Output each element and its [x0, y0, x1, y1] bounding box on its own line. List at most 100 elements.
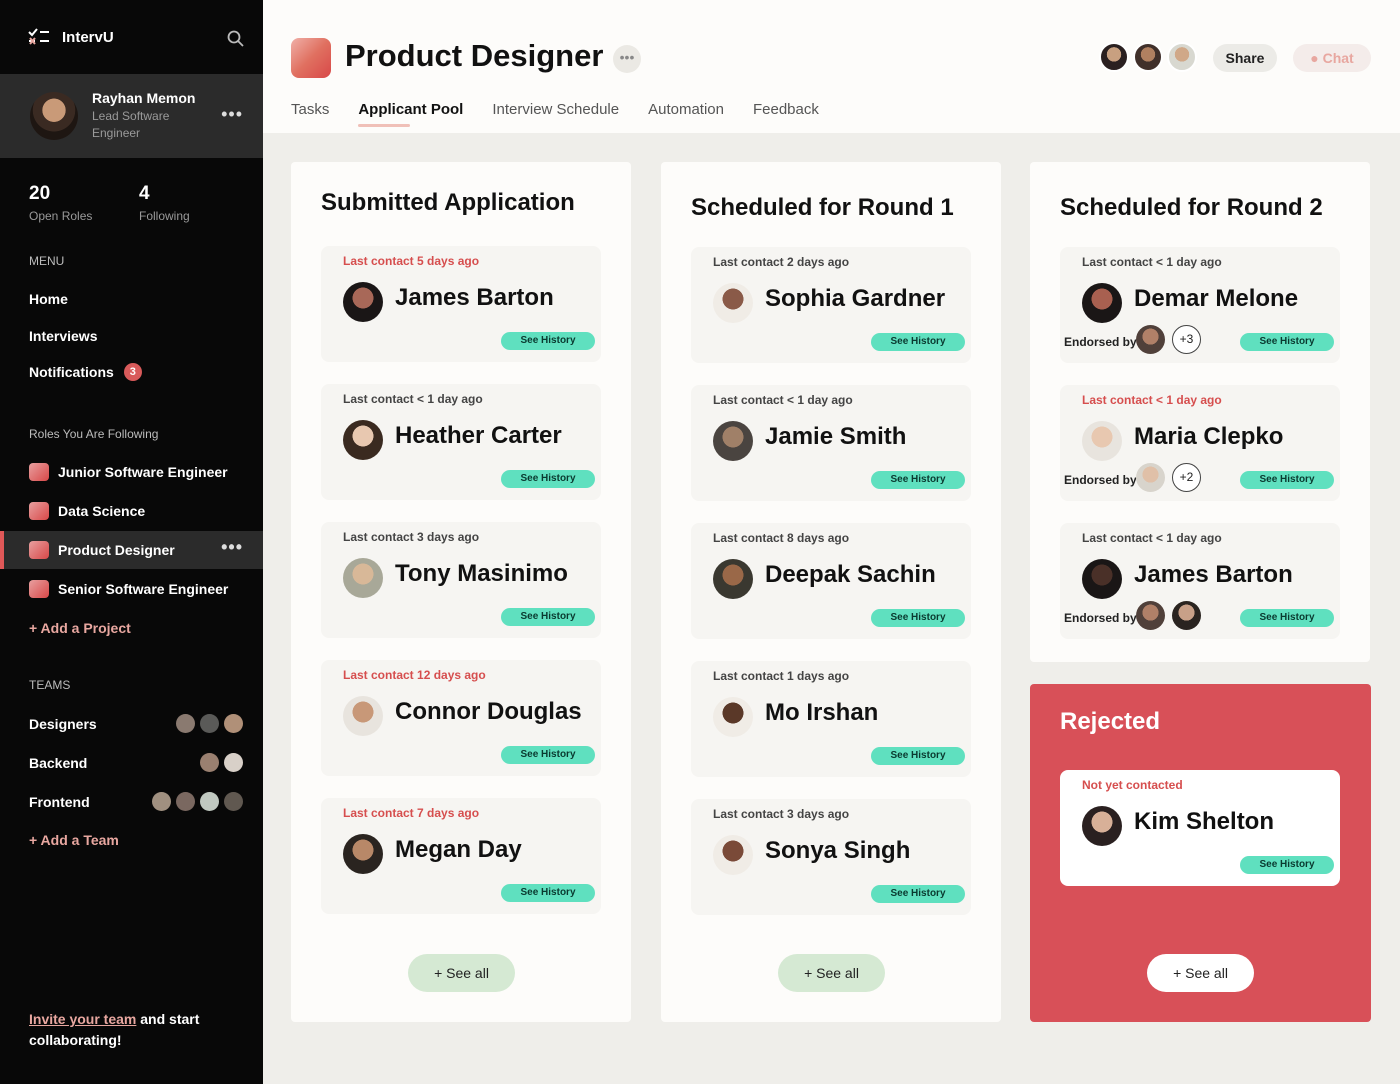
tab-applicant-pool[interactable]: Applicant Pool	[358, 101, 463, 127]
applicant-name: James Barton	[1134, 561, 1293, 588]
see-history-button[interactable]: See History	[501, 332, 595, 350]
logo-icon	[28, 28, 49, 45]
see-history-button[interactable]: See History	[501, 746, 595, 764]
role-label: Junior Software Engineer	[58, 464, 228, 480]
add-project-link[interactable]: + Add a Project	[29, 620, 131, 636]
see-history-button[interactable]: See History	[1240, 609, 1334, 627]
team-backend[interactable]: Backend	[29, 753, 243, 772]
see-history-button[interactable]: See History	[501, 470, 595, 488]
applicant-card[interactable]: Last contact 3 days ago Sonya Singh See …	[691, 799, 971, 915]
role-label: Data Science	[58, 503, 146, 519]
column-title: Scheduled for Round 1	[691, 194, 954, 221]
applicant-name: Megan Day	[395, 836, 522, 863]
see-history-button[interactable]: See History	[1240, 471, 1334, 489]
see-history-button[interactable]: See History	[871, 471, 965, 489]
last-contact: Last contact < 1 day ago	[1082, 531, 1222, 545]
see-history-button[interactable]: See History	[1240, 333, 1334, 351]
role-icon	[29, 541, 49, 559]
team-frontend[interactable]: Frontend	[29, 792, 243, 811]
avatar[interactable]	[1133, 42, 1163, 72]
notification-badge: 3	[123, 363, 142, 381]
avatar	[343, 282, 383, 322]
avatar[interactable]	[1099, 42, 1129, 72]
role-product-designer[interactable]: Product Designer •••	[0, 531, 263, 569]
see-history-button[interactable]: See History	[871, 609, 965, 627]
chat-button[interactable]: ● Chat	[1293, 44, 1371, 72]
nav-home[interactable]: Home	[29, 291, 68, 307]
title-more-button[interactable]: •••	[613, 45, 641, 73]
last-contact: Last contact < 1 day ago	[1082, 255, 1222, 269]
share-button[interactable]: Share	[1213, 44, 1277, 72]
applicant-card[interactable]: Last contact 3 days ago Tony Masinimo Se…	[321, 522, 601, 638]
applicant-card[interactable]: Last contact 8 days ago Deepak Sachin Se…	[691, 523, 971, 639]
applicant-card[interactable]: Last contact 5 days ago James Barton See…	[321, 246, 601, 362]
role-icon	[29, 502, 49, 520]
nav-notifications[interactable]: Notifications 3	[29, 363, 142, 381]
team-designers[interactable]: Designers	[29, 714, 243, 733]
role-label: Product Designer	[58, 542, 175, 558]
see-all-button[interactable]: + See all	[1147, 954, 1254, 992]
tab-automation[interactable]: Automation	[648, 101, 724, 126]
see-history-button[interactable]: See History	[1240, 856, 1334, 874]
teams-title: TEAMS	[29, 678, 71, 692]
sidebar: IntervU Rayhan Memon Lead Software Engin…	[0, 0, 263, 1084]
see-history-button[interactable]: See History	[871, 885, 965, 903]
avatar[interactable]	[1136, 601, 1165, 630]
avatar[interactable]	[1172, 601, 1201, 630]
see-history-button[interactable]: See History	[871, 333, 965, 351]
see-history-button[interactable]: See History	[871, 747, 965, 765]
applicant-card[interactable]: Last contact 1 days ago Mo Irshan See Hi…	[691, 661, 971, 777]
see-all-button[interactable]: + See all	[408, 954, 515, 992]
column-round-2: Scheduled for Round 2 Last contact < 1 d…	[1030, 162, 1370, 662]
applicant-card[interactable]: Last contact 12 days ago Connor Douglas …	[321, 660, 601, 776]
chat-icon: ●	[1310, 50, 1319, 66]
role-junior-software-engineer[interactable]: Junior Software Engineer	[0, 453, 263, 491]
team-label: Designers	[29, 715, 97, 732]
applicant-card[interactable]: Last contact 7 days ago Megan Day See Hi…	[321, 798, 601, 914]
search-icon[interactable]	[227, 30, 245, 48]
applicant-name: Sophia Gardner	[765, 285, 946, 312]
last-contact: Last contact < 1 day ago	[1082, 393, 1222, 407]
stat-following: 4 Following	[139, 183, 249, 223]
applicant-card[interactable]: Last contact < 1 day ago Demar Melone En…	[1060, 247, 1340, 363]
collaborator-avatars	[1099, 42, 1197, 72]
last-contact: Last contact 8 days ago	[713, 531, 850, 545]
see-all-button[interactable]: + See all	[778, 954, 885, 992]
avatar[interactable]	[1136, 463, 1165, 492]
more-endorsers-badge[interactable]: +2	[1172, 463, 1201, 492]
applicant-card[interactable]: Last contact < 1 day ago Jamie Smith See…	[691, 385, 971, 501]
applicant-card[interactable]: Last contact < 1 day ago Maria Clepko En…	[1060, 385, 1340, 501]
see-history-button[interactable]: See History	[501, 608, 595, 626]
applicant-card[interactable]: Last contact < 1 day ago Heather Carter …	[321, 384, 601, 500]
applicant-card[interactable]: Last contact 2 days ago Sophia Gardner S…	[691, 247, 971, 363]
applicant-card[interactable]: Not yet contacted Kim Shelton See Histor…	[1060, 770, 1340, 886]
role-more-icon[interactable]: •••	[221, 537, 243, 558]
role-data-science[interactable]: Data Science	[0, 492, 263, 530]
user-profile[interactable]: Rayhan Memon Lead Software Engineer •••	[0, 74, 263, 158]
tab-feedback[interactable]: Feedback	[753, 101, 819, 126]
avatar[interactable]	[1167, 42, 1197, 72]
invite-team-link[interactable]: Invite your team	[29, 1011, 136, 1027]
last-contact: Last contact 3 days ago	[343, 530, 480, 544]
last-contact: Last contact 2 days ago	[713, 255, 850, 269]
profile-more-icon[interactable]: •••	[221, 104, 243, 125]
nav-interviews[interactable]: Interviews	[29, 328, 97, 344]
column-title: Scheduled for Round 2	[1060, 194, 1323, 221]
tab-interview-schedule[interactable]: Interview Schedule	[492, 101, 619, 126]
avatar[interactable]	[1136, 325, 1165, 354]
roles-title: Roles You Are Following	[29, 427, 159, 441]
avatar	[1082, 421, 1122, 461]
more-endorsers-badge[interactable]: +3	[1172, 325, 1201, 354]
last-contact: Last contact 12 days ago	[343, 668, 486, 682]
applicant-card[interactable]: Last contact < 1 day ago James Barton En…	[1060, 523, 1340, 639]
add-team-link[interactable]: + Add a Team	[29, 832, 119, 848]
avatar	[1082, 283, 1122, 323]
role-senior-software-engineer[interactable]: Senior Software Engineer	[0, 570, 263, 608]
tab-tasks[interactable]: Tasks	[291, 101, 329, 126]
see-history-button[interactable]: See History	[501, 884, 595, 902]
avatar	[200, 792, 219, 811]
project-icon	[291, 38, 331, 78]
role-icon	[29, 463, 49, 481]
team-label: Frontend	[29, 793, 90, 810]
role-label: Senior Software Engineer	[58, 581, 229, 597]
